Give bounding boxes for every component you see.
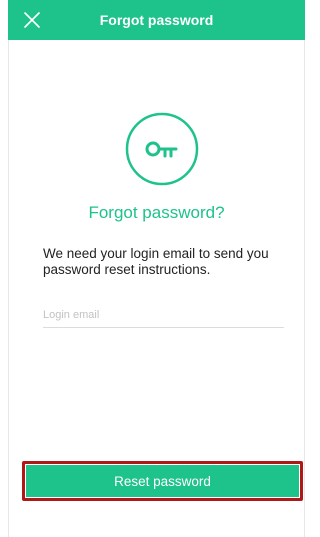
reset-password-button[interactable]: Reset password (26, 465, 299, 497)
instructions-text: We need your login email to send you pas… (43, 246, 269, 277)
forgot-password-screen: Forgot password Forgot password? We need… (0, 0, 313, 537)
right-border (304, 40, 305, 537)
page-title: Forgot password (99, 12, 214, 28)
key-icon (125, 112, 199, 186)
close-icon (24, 12, 40, 28)
close-button[interactable] (18, 6, 46, 34)
forgot-password-heading: Forgot password? (88, 203, 225, 222)
login-email-field[interactable] (43, 303, 284, 328)
left-border (8, 40, 9, 537)
header-bar: Forgot password (8, 0, 305, 40)
